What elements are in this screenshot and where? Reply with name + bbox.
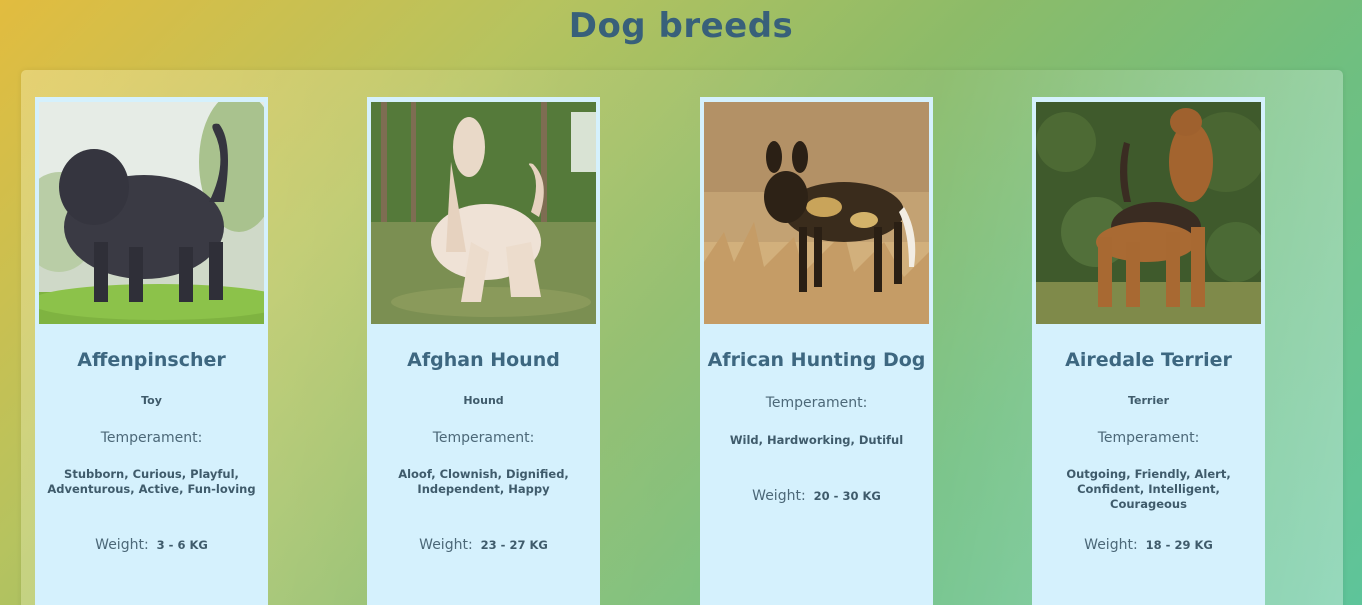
- temperament-label: Temperament:: [432, 430, 535, 446]
- breed-group: Toy: [141, 394, 162, 407]
- weight-value: 18 - 29 KG: [1145, 538, 1213, 552]
- breed-group: Terrier: [1127, 394, 1169, 407]
- weight-value: 23 - 27 KG: [480, 538, 548, 552]
- breed-group: Hound: [463, 394, 504, 407]
- temperament-value: Wild, Hardworking, Dutiful: [729, 433, 904, 447]
- temperament-label: Temperament:: [765, 395, 868, 411]
- page-title: Dog breeds: [568, 6, 794, 46]
- weight-row: Weight: 23 - 27 KG: [367, 537, 600, 553]
- breed-image-airedale-terrier: [1036, 102, 1261, 324]
- temperament-label: Temperament:: [100, 430, 203, 446]
- weight-row: Weight: 3 - 6 KG: [35, 537, 268, 553]
- breed-image-afghan-hound: [371, 102, 596, 324]
- weight-label: Weight:: [1084, 537, 1138, 553]
- breed-name: African Hunting Dog: [707, 349, 926, 371]
- breed-name: Affenpinscher: [77, 349, 226, 371]
- breed-name: Afghan Hound: [407, 349, 560, 371]
- breed-name: Airedale Terrier: [1065, 349, 1232, 371]
- breed-card[interactable]: African Hunting Dog Temperament: Wild, H…: [700, 97, 933, 605]
- breed-image-african-hunting-dog: [704, 102, 929, 324]
- breed-card[interactable]: Airedale Terrier Terrier Temperament: Ou…: [1032, 97, 1265, 605]
- weight-label: Weight:: [752, 488, 806, 504]
- weight-label: Weight:: [419, 537, 473, 553]
- weight-row: Weight: 18 - 29 KG: [1032, 537, 1265, 553]
- temperament-value: Aloof, Clownish, Dignified, Independent,…: [398, 467, 569, 496]
- temperament-label: Temperament:: [1097, 430, 1200, 446]
- weight-value: 3 - 6 KG: [156, 538, 208, 552]
- weight-row: Weight: 20 - 30 KG: [700, 488, 933, 504]
- temperament-value: Stubborn, Curious, Playful, Adventurous,…: [47, 467, 256, 496]
- temperament-value: Outgoing, Friendly, Alert, Confident, In…: [1066, 467, 1231, 511]
- breed-card[interactable]: Afghan Hound Hound Temperament: Aloof, C…: [367, 97, 600, 605]
- weight-label: Weight:: [95, 537, 149, 553]
- breed-image-affenpinscher: [39, 102, 264, 324]
- breed-card[interactable]: Affenpinscher Toy Temperament: Stubborn,…: [35, 97, 268, 605]
- weight-value: 20 - 30 KG: [813, 489, 881, 503]
